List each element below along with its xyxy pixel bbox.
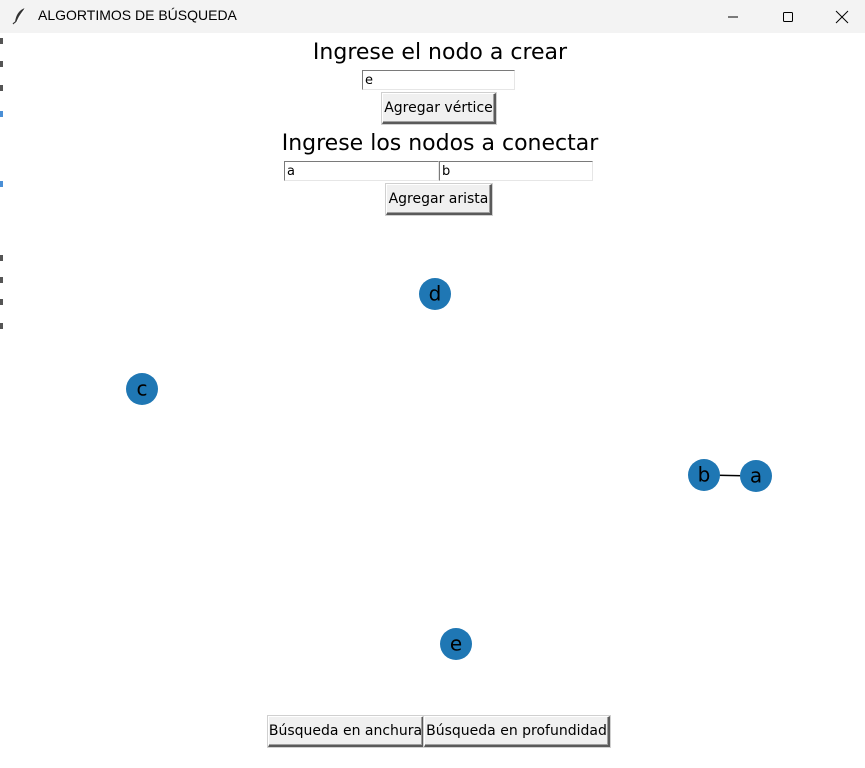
graph-node-d: d xyxy=(419,278,451,310)
graph-canvas: d c b a e xyxy=(126,278,772,660)
graph-node-label: c xyxy=(137,377,148,401)
graph-node-a: a xyxy=(740,460,772,492)
bfs-button[interactable]: Búsqueda en anchura xyxy=(268,716,424,747)
graph-node-label: a xyxy=(750,464,762,488)
graph-node-e: e xyxy=(440,628,472,660)
graph-node-label: b xyxy=(698,463,711,487)
dfs-button[interactable]: Búsqueda en profundidad xyxy=(424,716,610,747)
graph-node-b: b xyxy=(688,459,720,491)
graph-node-label: d xyxy=(429,282,442,306)
graph-nodes: d c b a e xyxy=(126,278,772,660)
app-window: ALGORTIMOS DE BÚSQUEDA Ingrese el nodo a… xyxy=(0,0,865,768)
graph-node-label: e xyxy=(450,632,462,656)
graph-node-c: c xyxy=(126,373,158,405)
